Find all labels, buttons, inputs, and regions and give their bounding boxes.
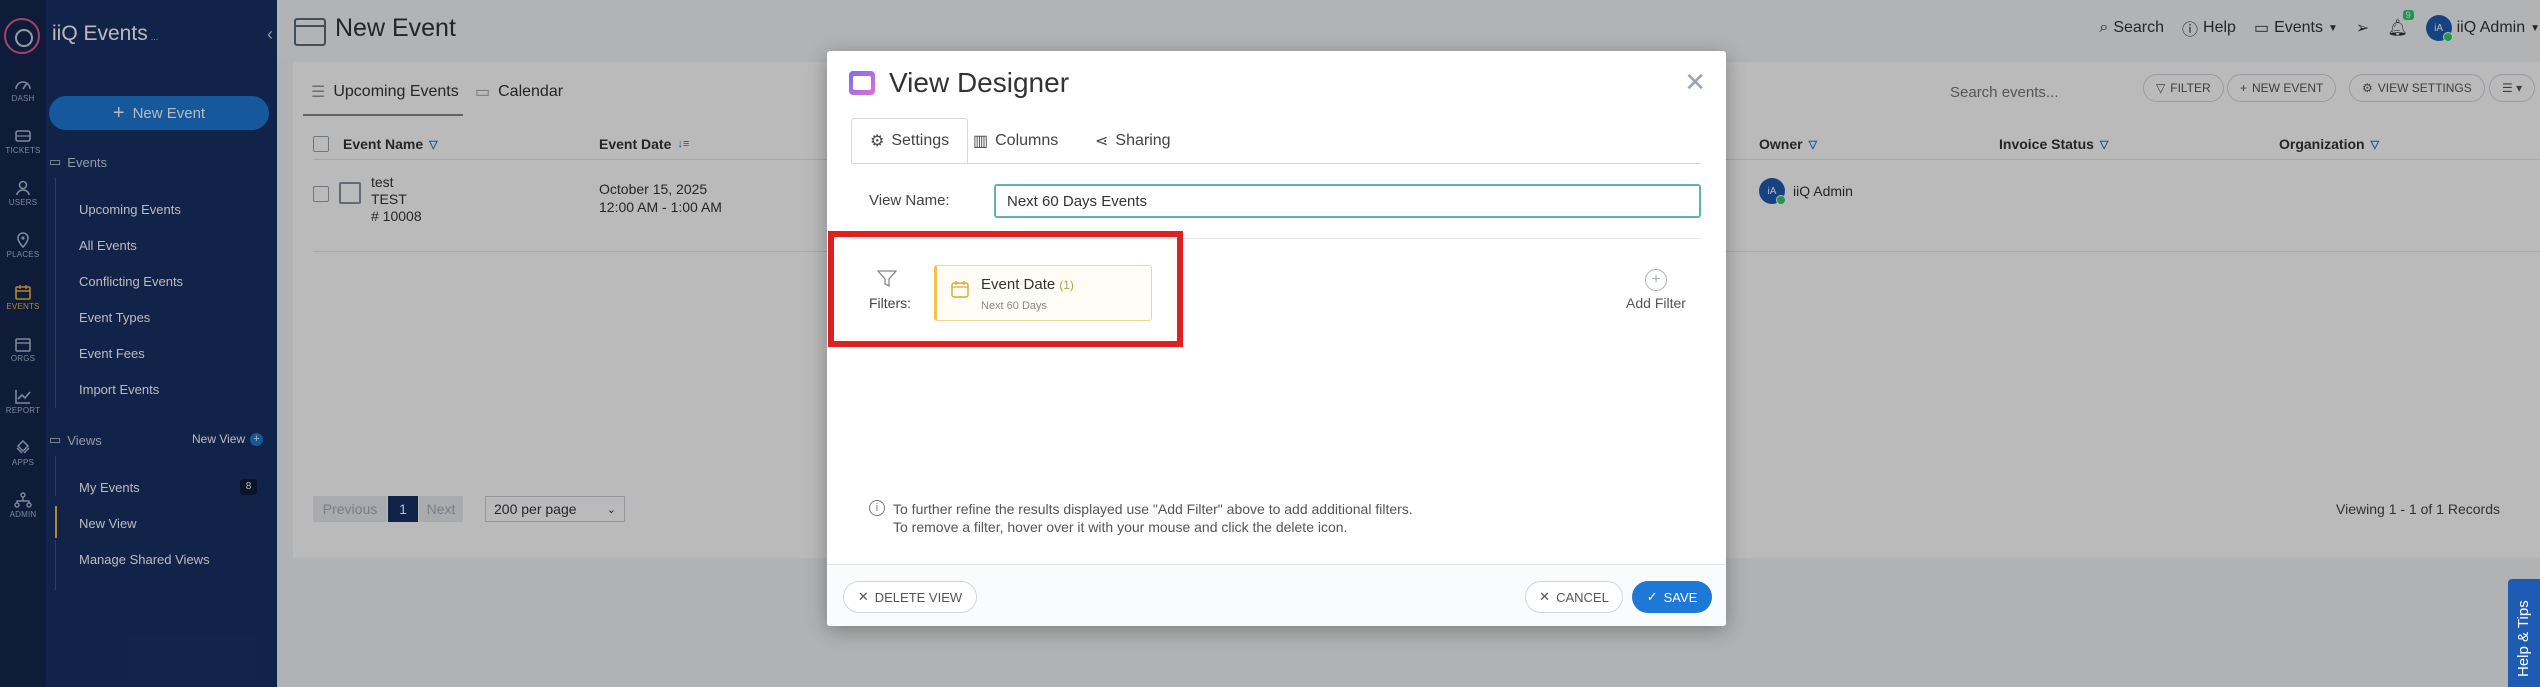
help-tab-label: Help & Tips [2515, 600, 2532, 677]
add-filter-button[interactable]: + Add Filter [1625, 269, 1687, 311]
help-and-tips-tab[interactable]: Help & Tips [2508, 579, 2540, 687]
check-icon: ✓ [1646, 589, 1658, 604]
hint-line: To remove a filter, hover over it with y… [893, 519, 1348, 535]
save-button[interactable]: ✓ SAVE [1632, 581, 1712, 613]
filter-hint: i To further refine the results displaye… [869, 500, 1413, 536]
share-icon: ⋖ [1095, 133, 1109, 150]
highlight-box [828, 231, 1183, 347]
modal-title: View Designer [889, 67, 1070, 98]
info-icon: i [869, 500, 885, 516]
cancel-label: CANCEL [1556, 589, 1609, 605]
close-icon: ✕ [857, 589, 869, 604]
columns-icon: ▥ [973, 133, 989, 150]
delete-view-button[interactable]: ✕ DELETE VIEW [843, 581, 977, 613]
view-name-input[interactable] [994, 184, 1701, 218]
modal-footer: ✕ DELETE VIEW ✕ CANCEL ✓ SAVE [827, 564, 1726, 626]
cancel-button[interactable]: ✕ CANCEL [1525, 581, 1623, 613]
tab-label: Settings [891, 132, 950, 149]
add-circle-icon: + [1645, 269, 1667, 291]
save-label: SAVE [1663, 589, 1698, 605]
add-filter-label: Add Filter [1626, 295, 1686, 311]
gear-icon: ⚙ [870, 133, 885, 150]
close-icon[interactable]: ✕ [1684, 67, 1706, 98]
tab-settings[interactable]: ⚙ Settings [851, 118, 969, 164]
tab-divider [851, 163, 1701, 164]
delete-view-label: DELETE VIEW [874, 589, 963, 605]
tab-label: Sharing [1115, 132, 1171, 149]
close-icon: ✕ [1539, 589, 1551, 604]
hint-line: To further refine the results displayed … [893, 501, 1413, 517]
tab-label: Columns [995, 132, 1059, 149]
tab-columns[interactable]: ▥ Columns [955, 118, 1076, 164]
tab-sharing[interactable]: ⋖ Sharing [1077, 118, 1189, 164]
view-name-label: View Name: [869, 192, 950, 209]
view-designer-icon [849, 71, 875, 95]
